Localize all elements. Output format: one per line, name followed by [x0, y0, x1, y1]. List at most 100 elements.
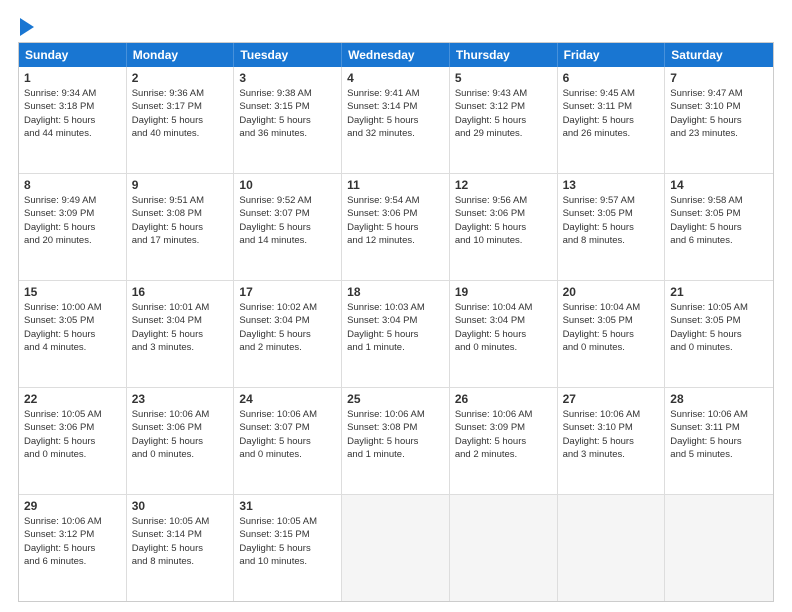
- calendar-cell: 6 Sunrise: 9:45 AM Sunset: 3:11 PM Daylig…: [558, 67, 666, 173]
- day-number: 8: [24, 178, 121, 192]
- day-number: 25: [347, 392, 444, 406]
- header-day-tuesday: Tuesday: [234, 43, 342, 67]
- calendar-cell: 8 Sunrise: 9:49 AM Sunset: 3:09 PM Daylig…: [19, 174, 127, 280]
- calendar-cell: [665, 495, 773, 601]
- day-number: 31: [239, 499, 336, 513]
- day-info: Sunrise: 10:03 AM Sunset: 3:04 PM Daylig…: [347, 301, 444, 354]
- calendar-cell: 24 Sunrise: 10:06 AM Sunset: 3:07 PM Dayl…: [234, 388, 342, 494]
- calendar-cell: [450, 495, 558, 601]
- day-number: 24: [239, 392, 336, 406]
- calendar-week-2: 15 Sunrise: 10:00 AM Sunset: 3:05 PM Dayl…: [19, 281, 773, 388]
- calendar-cell: 11 Sunrise: 9:54 AM Sunset: 3:06 PM Dayli…: [342, 174, 450, 280]
- day-info: Sunrise: 10:00 AM Sunset: 3:05 PM Daylig…: [24, 301, 121, 354]
- day-number: 30: [132, 499, 229, 513]
- calendar-cell: 15 Sunrise: 10:00 AM Sunset: 3:05 PM Dayl…: [19, 281, 127, 387]
- day-number: 11: [347, 178, 444, 192]
- header-day-friday: Friday: [558, 43, 666, 67]
- day-info: Sunrise: 9:49 AM Sunset: 3:09 PM Dayligh…: [24, 194, 121, 247]
- calendar-cell: 29 Sunrise: 10:06 AM Sunset: 3:12 PM Dayl…: [19, 495, 127, 601]
- day-number: 16: [132, 285, 229, 299]
- calendar-cell: 4 Sunrise: 9:41 AM Sunset: 3:14 PM Daylig…: [342, 67, 450, 173]
- calendar-cell: 14 Sunrise: 9:58 AM Sunset: 3:05 PM Dayli…: [665, 174, 773, 280]
- day-number: 13: [563, 178, 660, 192]
- calendar-cell: 12 Sunrise: 9:56 AM Sunset: 3:06 PM Dayli…: [450, 174, 558, 280]
- day-info: Sunrise: 9:34 AM Sunset: 3:18 PM Dayligh…: [24, 87, 121, 140]
- day-number: 20: [563, 285, 660, 299]
- day-info: Sunrise: 9:54 AM Sunset: 3:06 PM Dayligh…: [347, 194, 444, 247]
- calendar-week-4: 29 Sunrise: 10:06 AM Sunset: 3:12 PM Dayl…: [19, 495, 773, 601]
- day-number: 27: [563, 392, 660, 406]
- day-info: Sunrise: 9:47 AM Sunset: 3:10 PM Dayligh…: [670, 87, 768, 140]
- day-info: Sunrise: 9:58 AM Sunset: 3:05 PM Dayligh…: [670, 194, 768, 247]
- day-number: 14: [670, 178, 768, 192]
- calendar-cell: 2 Sunrise: 9:36 AM Sunset: 3:17 PM Daylig…: [127, 67, 235, 173]
- day-number: 10: [239, 178, 336, 192]
- day-info: Sunrise: 10:02 AM Sunset: 3:04 PM Daylig…: [239, 301, 336, 354]
- day-info: Sunrise: 9:57 AM Sunset: 3:05 PM Dayligh…: [563, 194, 660, 247]
- day-number: 9: [132, 178, 229, 192]
- day-number: 19: [455, 285, 552, 299]
- calendar-cell: 27 Sunrise: 10:06 AM Sunset: 3:10 PM Dayl…: [558, 388, 666, 494]
- day-number: 7: [670, 71, 768, 85]
- header-day-thursday: Thursday: [450, 43, 558, 67]
- day-number: 22: [24, 392, 121, 406]
- calendar-header: SundayMondayTuesdayWednesdayThursdayFrid…: [19, 43, 773, 67]
- day-number: 4: [347, 71, 444, 85]
- calendar-cell: 22 Sunrise: 10:05 AM Sunset: 3:06 PM Dayl…: [19, 388, 127, 494]
- calendar-cell: [342, 495, 450, 601]
- day-number: 1: [24, 71, 121, 85]
- calendar-cell: 19 Sunrise: 10:04 AM Sunset: 3:04 PM Dayl…: [450, 281, 558, 387]
- calendar-cell: 18 Sunrise: 10:03 AM Sunset: 3:04 PM Dayl…: [342, 281, 450, 387]
- header-day-sunday: Sunday: [19, 43, 127, 67]
- day-info: Sunrise: 10:05 AM Sunset: 3:15 PM Daylig…: [239, 515, 336, 568]
- day-info: Sunrise: 10:05 AM Sunset: 3:06 PM Daylig…: [24, 408, 121, 461]
- day-info: Sunrise: 10:06 AM Sunset: 3:06 PM Daylig…: [132, 408, 229, 461]
- day-number: 3: [239, 71, 336, 85]
- calendar-week-0: 1 Sunrise: 9:34 AM Sunset: 3:18 PM Daylig…: [19, 67, 773, 174]
- calendar-cell: 5Sunrise: 9:43 AM Sunset: 3:12 PM Daylig…: [450, 67, 558, 173]
- day-info: Sunrise: 10:06 AM Sunset: 3:10 PM Daylig…: [563, 408, 660, 461]
- calendar-cell: 17Sunrise: 10:02 AM Sunset: 3:04 PM Dayl…: [234, 281, 342, 387]
- calendar-cell: 28Sunrise: 10:06 AM Sunset: 3:11 PM Dayl…: [665, 388, 773, 494]
- day-info: Sunrise: 10:04 AM Sunset: 3:05 PM Daylig…: [563, 301, 660, 354]
- day-info: Sunrise: 9:45 AM Sunset: 3:11 PM Dayligh…: [563, 87, 660, 140]
- calendar-cell: 10Sunrise: 9:52 AM Sunset: 3:07 PM Dayli…: [234, 174, 342, 280]
- day-number: 15: [24, 285, 121, 299]
- logo-arrow-icon: [20, 18, 34, 36]
- day-info: Sunrise: 10:06 AM Sunset: 3:12 PM Daylig…: [24, 515, 121, 568]
- header-day-monday: Monday: [127, 43, 235, 67]
- header-day-saturday: Saturday: [665, 43, 773, 67]
- day-info: Sunrise: 10:05 AM Sunset: 3:14 PM Daylig…: [132, 515, 229, 568]
- header: [18, 18, 774, 36]
- day-info: Sunrise: 9:56 AM Sunset: 3:06 PM Dayligh…: [455, 194, 552, 247]
- day-number: 6: [563, 71, 660, 85]
- calendar-cell: [558, 495, 666, 601]
- day-info: Sunrise: 9:36 AM Sunset: 3:17 PM Dayligh…: [132, 87, 229, 140]
- logo: [18, 18, 34, 36]
- calendar-week-1: 8 Sunrise: 9:49 AM Sunset: 3:09 PM Daylig…: [19, 174, 773, 281]
- calendar-body: 1 Sunrise: 9:34 AM Sunset: 3:18 PM Daylig…: [19, 67, 773, 601]
- calendar-cell: 31 Sunrise: 10:05 AM Sunset: 3:15 PM Dayl…: [234, 495, 342, 601]
- day-number: 12: [455, 178, 552, 192]
- day-info: Sunrise: 10:04 AM Sunset: 3:04 PM Daylig…: [455, 301, 552, 354]
- calendar-cell: 30 Sunrise: 10:05 AM Sunset: 3:14 PM Dayl…: [127, 495, 235, 601]
- day-number: 29: [24, 499, 121, 513]
- calendar-cell: 7 Sunrise: 9:47 AM Sunset: 3:10 PM Daylig…: [665, 67, 773, 173]
- day-number: 21: [670, 285, 768, 299]
- calendar-cell: 25Sunrise: 10:06 AM Sunset: 3:08 PM Dayl…: [342, 388, 450, 494]
- calendar-cell: 20 Sunrise: 10:04 AM Sunset: 3:05 PM Dayl…: [558, 281, 666, 387]
- calendar-cell: 16Sunrise: 10:01 AM Sunset: 3:04 PM Dayl…: [127, 281, 235, 387]
- day-info: Sunrise: 9:41 AM Sunset: 3:14 PM Dayligh…: [347, 87, 444, 140]
- page: SundayMondayTuesdayWednesdayThursdayFrid…: [0, 0, 792, 612]
- day-number: 18: [347, 285, 444, 299]
- day-info: Sunrise: 9:51 AM Sunset: 3:08 PM Dayligh…: [132, 194, 229, 247]
- day-number: 23: [132, 392, 229, 406]
- day-info: Sunrise: 10:06 AM Sunset: 3:11 PM Daylig…: [670, 408, 768, 461]
- day-info: Sunrise: 10:06 AM Sunset: 3:07 PM Daylig…: [239, 408, 336, 461]
- calendar-cell: 13 Sunrise: 9:57 AM Sunset: 3:05 PM Dayli…: [558, 174, 666, 280]
- header-day-wednesday: Wednesday: [342, 43, 450, 67]
- day-info: Sunrise: 9:43 AM Sunset: 3:12 PM Dayligh…: [455, 87, 552, 140]
- day-number: 2: [132, 71, 229, 85]
- calendar: SundayMondayTuesdayWednesdayThursdayFrid…: [18, 42, 774, 602]
- day-info: Sunrise: 9:38 AM Sunset: 3:15 PM Dayligh…: [239, 87, 336, 140]
